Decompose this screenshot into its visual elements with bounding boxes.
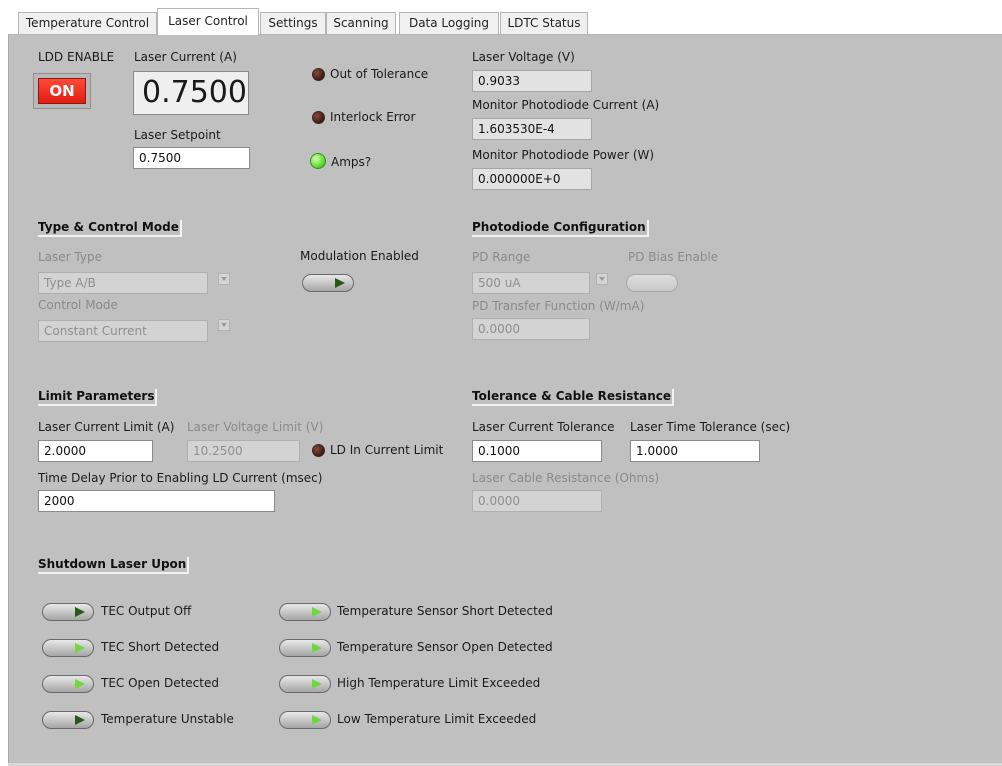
toggle-arrow-icon (312, 607, 322, 617)
laser-current-display: 0.7500 (133, 71, 249, 115)
pd-bias-toggle[interactable] (626, 274, 678, 292)
ldd-enable-frame: ON (33, 73, 91, 109)
control-mode-label: Control Mode (38, 298, 118, 312)
limit-parameters-section-title: Limit Parameters (38, 389, 158, 406)
pd-current-display: 1.603530E-4 (472, 118, 592, 140)
current-limit-input[interactable]: 2.0000 (38, 440, 153, 462)
shutdown-label-high-temp: High Temperature Limit Exceeded (337, 676, 541, 690)
pd-power-display: 0.000000E+0 (472, 168, 592, 190)
pd-bias-label: PD Bias Enable (628, 250, 719, 264)
pd-power-label: Monitor Photodiode Power (W) (472, 148, 655, 162)
laser-setpoint-label: Laser Setpoint (134, 128, 221, 142)
shutdown-label-tec-short: TEC Short Detected (101, 640, 220, 654)
interlock-error-led (312, 111, 325, 124)
ldd-enable-label: LDD ENABLE (38, 50, 115, 64)
pd-transfer-input[interactable]: 0.0000 (472, 318, 590, 340)
modulation-enabled-label: Modulation Enabled (300, 249, 419, 263)
toggle-arrow-icon (75, 679, 85, 689)
shutdown-label-sensor-short: Temperature Sensor Short Detected (337, 604, 553, 618)
ld-in-current-limit-led (312, 444, 325, 457)
laser-voltage-display: 0.9033 (472, 70, 592, 92)
toggle-arrow-icon (75, 643, 85, 653)
pd-range-select[interactable]: 500 uA (472, 272, 590, 294)
pd-current-label: Monitor Photodiode Current (A) (472, 98, 660, 112)
shutdown-label-temp-unstable: Temperature Unstable (101, 712, 234, 726)
toggle-arrow-icon (75, 715, 85, 725)
cable-resistance-input[interactable]: 0.0000 (472, 490, 602, 512)
laser-type-select[interactable]: Type A/B (38, 272, 208, 294)
shutdown-toggle-low-temp[interactable] (279, 711, 331, 729)
amps-label: Amps? (331, 155, 372, 169)
laser-type-label: Laser Type (38, 250, 102, 264)
shutdown-toggle-tec-open[interactable] (42, 675, 94, 693)
tab-data-logging[interactable]: Data Logging (399, 12, 499, 34)
tab-settings[interactable]: Settings (260, 12, 326, 34)
shutdown-toggle-temp-unstable[interactable] (42, 711, 94, 729)
control-mode-select[interactable]: Constant Current (38, 320, 208, 342)
tab-temperature-control[interactable]: Temperature Control (18, 12, 157, 34)
shutdown-toggle-tec-output-off[interactable] (42, 603, 94, 621)
cable-resistance-label: Laser Cable Resistance (Ohms) (472, 471, 660, 485)
current-limit-label: Laser Current Limit (A) (38, 420, 175, 434)
time-delay-label: Time Delay Prior to Enabling LD Current … (38, 471, 323, 485)
tab-bar: Temperature Control Laser Control Settin… (0, 0, 1002, 35)
laser-current-label: Laser Current (A) (134, 50, 237, 64)
interlock-error-label: Interlock Error (330, 110, 416, 124)
out-of-tolerance-label: Out of Tolerance (330, 67, 429, 81)
control-mode-dropdown-icon[interactable] (218, 319, 230, 331)
pd-range-label: PD Range (472, 250, 531, 264)
current-tolerance-input[interactable]: 0.1000 (472, 440, 602, 462)
out-of-tolerance-led (312, 68, 325, 81)
photodiode-section-title: Photodiode Configuration (472, 220, 649, 237)
time-tolerance-label: Laser Time Tolerance (sec) (630, 420, 791, 434)
tab-ldtc-status[interactable]: LDTC Status (500, 12, 588, 34)
tab-laser-control[interactable]: Laser Control (157, 8, 259, 35)
shutdown-toggle-high-temp[interactable] (279, 675, 331, 693)
shutdown-section-title: Shutdown Laser Upon (38, 557, 190, 574)
time-tolerance-input[interactable]: 1.0000 (630, 440, 760, 462)
toggle-arrow-icon (75, 607, 85, 617)
modulation-toggle[interactable] (302, 274, 354, 292)
ld-in-current-limit-label: LD In Current Limit (330, 443, 444, 457)
laser-setpoint-input[interactable]: 0.7500 (133, 147, 250, 169)
laser-type-dropdown-icon[interactable] (218, 273, 230, 285)
amps-led (310, 153, 326, 169)
toggle-arrow-icon (335, 278, 345, 288)
voltage-limit-label: Laser Voltage Limit (V) (187, 420, 324, 434)
type-control-section-title: Type & Control Mode (38, 220, 182, 237)
pd-transfer-label: PD Transfer Function (W/mA) (472, 299, 645, 313)
time-delay-input[interactable]: 2000 (38, 490, 275, 512)
shutdown-toggle-sensor-open[interactable] (279, 639, 331, 657)
shutdown-label-sensor-open: Temperature Sensor Open Detected (337, 640, 553, 654)
current-tolerance-label: Laser Current Tolerance (472, 420, 615, 434)
toggle-arrow-icon (312, 679, 322, 689)
toggle-arrow-icon (312, 643, 322, 653)
shutdown-toggle-sensor-short[interactable] (279, 603, 331, 621)
toggle-arrow-icon (312, 715, 322, 725)
laser-voltage-label: Laser Voltage (V) (472, 50, 575, 64)
shutdown-label-tec-output-off: TEC Output Off (101, 604, 192, 618)
pd-range-dropdown-icon[interactable] (596, 273, 608, 285)
shutdown-label-low-temp: Low Temperature Limit Exceeded (337, 712, 537, 726)
tolerance-section-title: Tolerance & Cable Resistance (472, 389, 675, 406)
voltage-limit-input[interactable]: 10.2500 (187, 440, 300, 462)
ldd-enable-button[interactable]: ON (38, 78, 86, 104)
shutdown-toggle-tec-short[interactable] (42, 639, 94, 657)
shutdown-label-tec-open: TEC Open Detected (101, 676, 219, 690)
tab-scanning[interactable]: Scanning (326, 12, 396, 34)
